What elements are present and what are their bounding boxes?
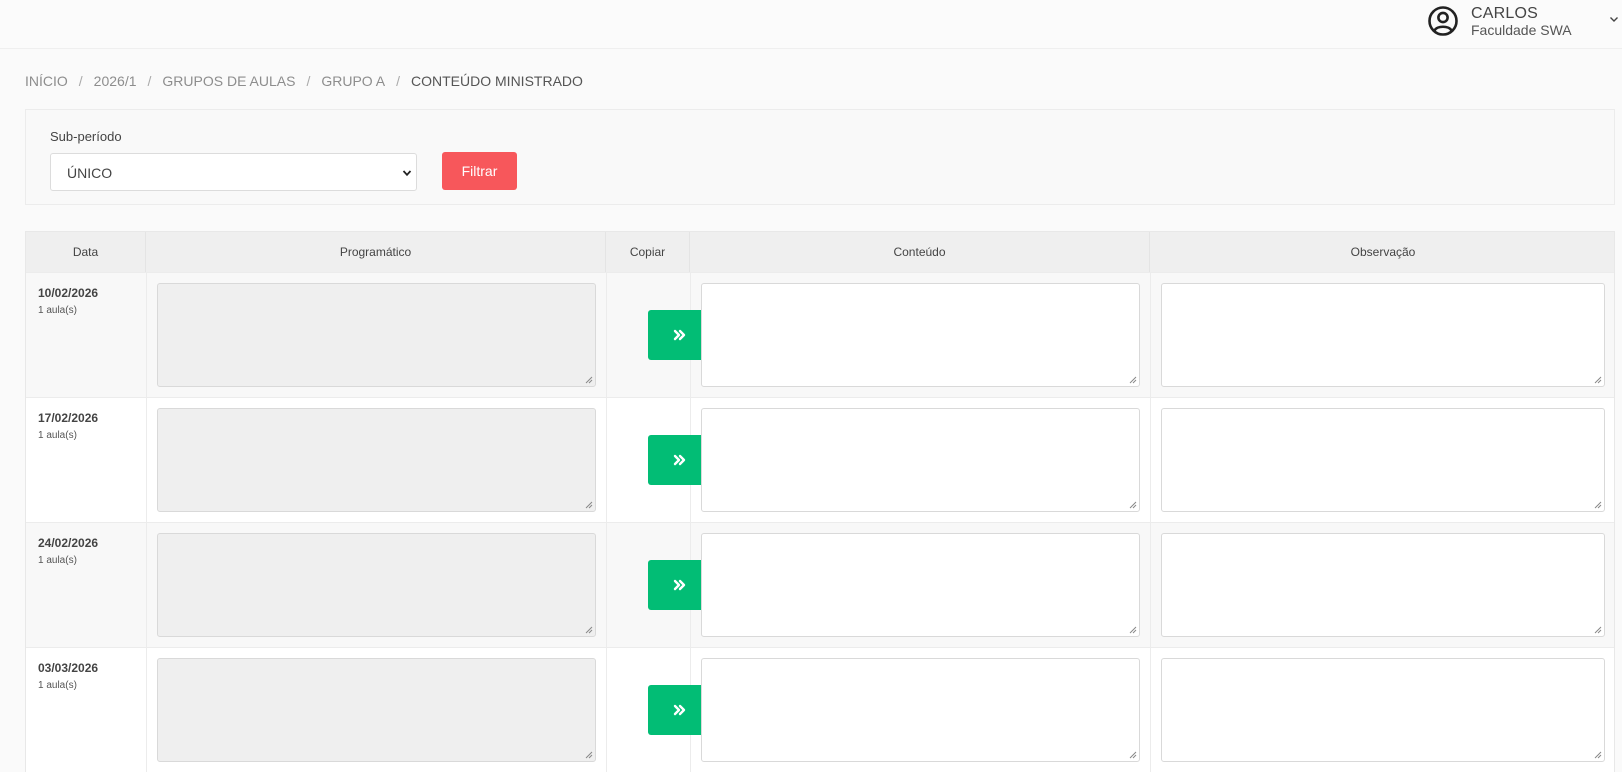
- breadcrumb-item-group-a[interactable]: GRUPO A: [321, 73, 385, 89]
- breadcrumb-item-period[interactable]: 2026/1: [94, 73, 137, 89]
- user-name: CARLOS: [1471, 5, 1538, 22]
- row-date: 10/02/2026: [38, 286, 99, 300]
- column-header-program: Programático: [146, 232, 606, 272]
- column-header-content: Conteúdo: [690, 232, 1150, 272]
- chevron-down-icon: [402, 170, 412, 177]
- content-textarea[interactable]: [701, 658, 1140, 762]
- breadcrumb-item-class-groups[interactable]: GRUPOS DE AULAS: [162, 73, 295, 89]
- breadcrumb-separator: /: [78, 73, 83, 89]
- column-divider: [146, 398, 147, 523]
- double-chevron-right-icon: [673, 704, 686, 716]
- observation-textarea[interactable]: [1161, 533, 1605, 637]
- observation-textarea[interactable]: [1161, 658, 1605, 762]
- column-divider: [606, 273, 607, 398]
- resize-grip-icon: [585, 376, 593, 384]
- table-row: 03/03/2026 1 aula(s): [26, 647, 1614, 772]
- column-divider: [146, 523, 147, 648]
- row-class-count: 1 aula(s): [38, 680, 77, 691]
- resize-grip-icon[interactable]: [1129, 501, 1137, 509]
- filter-panel: Sub-período ÚNICO Filtrar: [25, 109, 1615, 205]
- program-textarea: [157, 533, 596, 637]
- content-textarea[interactable]: [701, 533, 1140, 637]
- resize-grip-icon[interactable]: [1129, 376, 1137, 384]
- resize-grip-icon[interactable]: [1594, 751, 1602, 759]
- row-date: 24/02/2026: [38, 536, 99, 550]
- column-header-date: Data: [26, 232, 146, 272]
- column-header-observation: Observação: [1350, 245, 1416, 259]
- table-row: 17/02/2026 1 aula(s): [26, 397, 1614, 523]
- column-divider: [146, 273, 147, 398]
- top-bar: CARLOS Faculdade SWA: [0, 0, 1622, 49]
- sub-period-label: Sub-período: [50, 129, 122, 144]
- column-divider: [1150, 398, 1151, 523]
- column-divider: [606, 398, 607, 523]
- resize-grip-icon[interactable]: [1594, 501, 1602, 509]
- column-divider: [1150, 648, 1151, 772]
- resize-grip-icon: [585, 501, 593, 509]
- row-class-count: 1 aula(s): [38, 555, 77, 566]
- user-circle-icon: [1428, 6, 1458, 36]
- double-chevron-right-icon: [673, 579, 686, 591]
- column-divider: [1150, 523, 1151, 648]
- column-divider: [606, 523, 607, 648]
- sub-period-select[interactable]: ÚNICO: [50, 153, 417, 191]
- content-textarea[interactable]: [701, 408, 1140, 512]
- column-header-copy: Copiar: [606, 232, 690, 272]
- content-textarea[interactable]: [701, 283, 1140, 387]
- user-organization: Faculdade SWA: [1471, 22, 1572, 38]
- resize-grip-icon: [585, 751, 593, 759]
- breadcrumb-item-inicio[interactable]: INÍCIO: [25, 73, 68, 89]
- program-textarea: [157, 408, 596, 512]
- row-date: 17/02/2026: [38, 411, 99, 425]
- table-row: 10/02/2026 1 aula(s): [26, 272, 1614, 398]
- column-divider: [146, 648, 147, 772]
- table-header: Data Programático Copiar Conteúdo Observ…: [26, 232, 1614, 272]
- breadcrumb-separator: /: [306, 73, 311, 89]
- user-menu[interactable]: CARLOS Faculdade SWA: [1417, 0, 1622, 48]
- resize-grip-icon[interactable]: [1129, 751, 1137, 759]
- content-table: Data Programático Copiar Conteúdo Observ…: [25, 231, 1615, 772]
- filter-button[interactable]: Filtrar: [442, 152, 517, 190]
- program-textarea: [157, 658, 596, 762]
- resize-grip-icon[interactable]: [1129, 626, 1137, 634]
- row-class-count: 1 aula(s): [38, 305, 77, 316]
- breadcrumb-separator: /: [396, 73, 401, 89]
- double-chevron-right-icon: [673, 454, 686, 466]
- observation-textarea[interactable]: [1161, 283, 1605, 387]
- column-divider: [1150, 273, 1151, 398]
- resize-grip-icon[interactable]: [1594, 376, 1602, 384]
- row-class-count: 1 aula(s): [38, 430, 77, 441]
- breadcrumb: INÍCIO / 2026/1 / GRUPOS DE AULAS / GRUPO A / CO…: [25, 73, 583, 89]
- double-chevron-right-icon: [673, 329, 686, 341]
- sub-period-selected-value: ÚNICO: [67, 165, 113, 181]
- row-date: 03/03/2026: [38, 661, 99, 675]
- table-row: 24/02/2026 1 aula(s): [26, 522, 1614, 648]
- observation-textarea[interactable]: [1161, 408, 1605, 512]
- column-divider: [606, 648, 607, 772]
- chevron-down-icon[interactable]: [1608, 13, 1620, 25]
- breadcrumb-separator: /: [147, 73, 152, 89]
- breadcrumb-current: CONTEÚDO MINISTRADO: [411, 73, 583, 89]
- program-textarea: [157, 283, 596, 387]
- resize-grip-icon: [585, 626, 593, 634]
- resize-grip-icon[interactable]: [1594, 626, 1602, 634]
